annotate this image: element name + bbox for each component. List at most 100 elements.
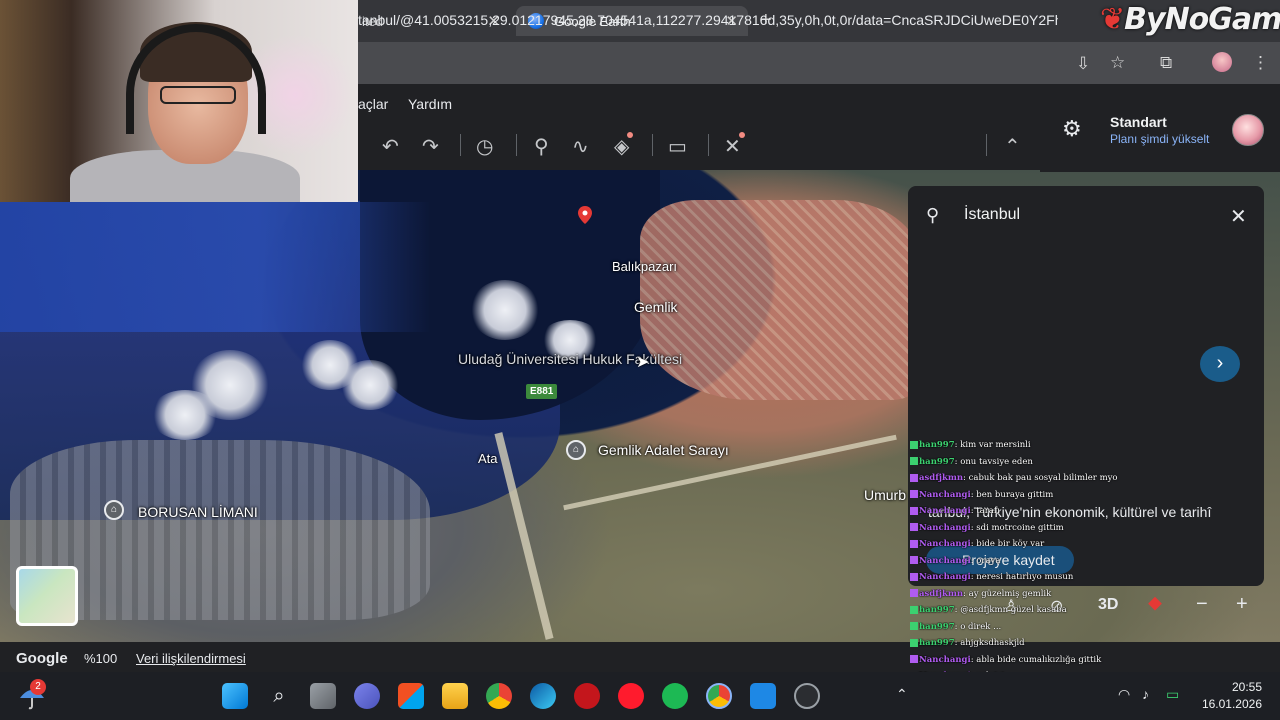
tools-icon[interactable]: ✕ [724, 132, 745, 159]
next-arrow-icon[interactable]: › [1200, 346, 1240, 382]
chat-badge-icon [910, 523, 918, 531]
cloud [150, 390, 220, 440]
user-avatar[interactable] [1232, 114, 1264, 146]
map-label-adalet: Gemlik Adalet Sarayı [598, 442, 729, 458]
brand-text: ByNoGame [1124, 2, 1280, 37]
chat-username: Nanchangi [919, 539, 971, 549]
bookmark-star-icon[interactable]: ☆ [1110, 53, 1125, 73]
wifi-icon[interactable]: ◠ [1118, 686, 1130, 703]
app-icon[interactable] [750, 683, 776, 709]
chat-message: Nanchangi: bide bir köy var [910, 539, 1150, 556]
store-icon[interactable] [398, 683, 424, 709]
flame-icon: ❦ [1100, 2, 1125, 37]
search-icon[interactable]: ⌕ [266, 683, 292, 709]
notification-badge: 2 [30, 679, 46, 695]
install-app-icon[interactable]: ⇩ [1076, 54, 1090, 74]
battery-icon[interactable]: ▭ [1166, 686, 1179, 703]
cloud [340, 360, 400, 410]
google-logo: Google [16, 650, 68, 667]
upgrade-plan-link[interactable]: Planı şimdi yükselt [1110, 132, 1209, 146]
chat-text: bide bir köy var [976, 539, 1045, 549]
toolbar-divider [652, 134, 653, 156]
toolbar-divider [986, 134, 987, 156]
chat-badge-icon [910, 556, 918, 564]
extensions-icon[interactable]: ⧉ [1160, 53, 1172, 73]
chat-message: Nanchangi: neresi hatırlıyo musun [910, 572, 1150, 589]
zoom-level: %100 [84, 651, 118, 666]
redo-icon[interactable]: ↷ [422, 134, 439, 159]
media-player-icon[interactable] [574, 683, 600, 709]
teams-icon[interactable] [354, 683, 380, 709]
chat-badge-icon [910, 638, 918, 647]
undo-icon[interactable]: ↶ [382, 134, 399, 159]
chrome-profile-icon[interactable] [706, 683, 732, 709]
chat-username: Nanchangi [919, 555, 971, 566]
chat-text: abla bide cumalıkızlığa gittik [976, 654, 1102, 665]
video-overlay-blur [0, 202, 430, 332]
chat-username: Nanchangi [919, 506, 971, 516]
chat-text: ahjgksdhaskjld [960, 638, 1025, 648]
zoom-in-icon[interactable]: + [1236, 593, 1248, 616]
file-explorer-icon[interactable] [442, 683, 468, 709]
obs-icon[interactable] [794, 683, 820, 709]
chat-message: Nanchangi: ben buraya gittim [910, 490, 1150, 507]
map-style-thumbnail[interactable] [16, 566, 78, 626]
url-field[interactable]: tanbul/@41.0053215,29.01217945,28.704541… [358, 12, 1058, 28]
location-pin-icon[interactable] [578, 206, 592, 224]
edge-icon[interactable] [530, 683, 556, 709]
road-shield: E881 [526, 384, 558, 399]
collapse-toolbar-icon[interactable]: ⌃ [1004, 134, 1021, 159]
history-icon[interactable]: ◷ [476, 134, 493, 159]
chat-message: han997: ahjgksdhaskjld [910, 638, 1150, 655]
opera-icon[interactable] [618, 683, 644, 709]
chat-username: Nanchangi [919, 489, 971, 500]
map-label-ata: Ata [478, 451, 498, 466]
windows-start-icon[interactable] [222, 683, 248, 709]
webcam-overlay [0, 0, 358, 202]
clock-time[interactable]: 20:55 [1200, 680, 1262, 694]
toolbar [340, 124, 1040, 170]
volume-icon[interactable]: ♪ [1142, 686, 1149, 702]
courthouse-icon[interactable]: ⌂ [566, 440, 586, 460]
chat-username: han997 [919, 605, 955, 615]
menu-tools[interactable]: açlar [358, 96, 388, 112]
spotify-icon[interactable] [662, 683, 688, 709]
mouse-cursor-icon: ➤ [636, 354, 650, 371]
add-placemark-icon[interactable]: ⚲ [534, 134, 549, 159]
glasses [160, 86, 236, 104]
chat-text: onu tavsiye eden [960, 456, 1033, 467]
chat-message: asdfjkmn: cabuk bak pau sosyal bilimler … [910, 473, 1150, 490]
chat-message: Nanchangi: abla bide cumalıkızlığa gitti… [910, 655, 1150, 672]
clock-date[interactable]: 16.01.2026 [1190, 697, 1262, 711]
settings-gear-icon[interactable]: ⚙ [1062, 116, 1082, 142]
compass-icon[interactable]: ⬥ [1148, 592, 1162, 615]
zoom-out-icon[interactable]: − [1196, 593, 1208, 616]
chat-message: han997: kim var mersinli [910, 440, 1150, 457]
brand-logo: ❦ByNoGame [1100, 2, 1280, 37]
map-label-borusan: BORUSAN LİMANI [138, 504, 258, 520]
data-attribution-link[interactable]: Veri ilişkilendirmesi [136, 651, 246, 666]
chat-badge-icon [910, 605, 918, 614]
chat-message: Nanchangi: tarafı [910, 506, 1150, 523]
more-menu-icon[interactable]: ⋮ [1252, 53, 1269, 73]
plan-title: Standart [1110, 114, 1167, 130]
chat-badge-icon [910, 655, 918, 663]
add-path-icon[interactable]: ∿ [572, 134, 589, 159]
profile-avatar[interactable] [1212, 52, 1232, 72]
menu-help[interactable]: Yardım [408, 96, 452, 112]
tray-chevron-icon[interactable]: ⌃ [896, 686, 908, 703]
measure-icon[interactable]: ▭ [668, 134, 687, 159]
chat-message: han997: @asdfjkmn güzel kasaba [910, 605, 1150, 622]
chat-username: asdfjkmn [919, 588, 964, 599]
chat-badge-icon [910, 572, 918, 581]
chat-username: Nanchangi [919, 522, 971, 533]
port-icon[interactable]: ⌂ [104, 500, 124, 520]
chat-text: neresi hatırlıyo musun [976, 572, 1074, 582]
chrome-icon[interactable] [486, 683, 512, 709]
task-view-icon[interactable] [310, 683, 336, 709]
chat-message: asdfjkmn: ay güzelmiş gemlik [910, 589, 1150, 606]
close-icon[interactable]: ✕ [1230, 204, 1247, 229]
chat-username: han997 [919, 638, 955, 648]
layers-icon[interactable]: ◈ [614, 132, 634, 159]
toolbar-divider [460, 134, 461, 156]
